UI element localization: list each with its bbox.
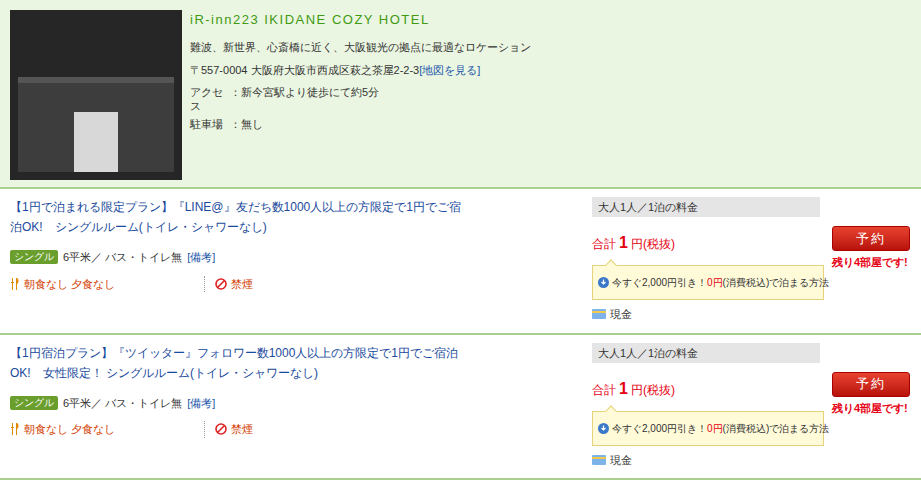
parking-row: 駐車場：無し (190, 117, 531, 131)
discount-post: (消費税込)で泊まる方法 (723, 277, 830, 288)
room-row: シングル 6平米／ バス・トイレ無 [備考] (10, 249, 480, 266)
no-smoking-icon (215, 278, 227, 290)
smoking: 禁煙 (231, 276, 253, 293)
hotel-address-row: 〒557-0004 大阪府大阪市西成区萩之茶屋2-2-3[地図を見る] (190, 63, 531, 77)
smoking-cell: 禁煙 (205, 421, 253, 438)
plan-row: 【1円宿泊プラン】『ツイッター』フォロワー数1000人以上の方限定で1円でご宿泊… (0, 335, 921, 480)
parking-label: 駐車場 (190, 117, 230, 131)
discount-zero: 0円 (707, 277, 723, 288)
card-icon (592, 309, 606, 319)
smoking: 禁煙 (231, 421, 253, 438)
discount-pre: 今すぐ2,000円引き！ (612, 423, 707, 434)
payment: 現金 (610, 452, 632, 469)
discount-tooltip[interactable]: 今すぐ2,000円引き！0円(消費税込)で泊まる方法 (592, 265, 824, 300)
discount-tooltip[interactable]: 今すぐ2,000円引き！0円(消費税込)で泊まる方法 (592, 411, 824, 446)
reserve-button[interactable]: 予約 (832, 372, 910, 397)
discount-post: (消費税込)で泊まる方法 (723, 423, 830, 434)
price-header: 大人1人／1泊の料金 (592, 197, 820, 217)
discount-text: 今すぐ2,000円引き！0円(消費税込)で泊まる方法 (612, 275, 829, 290)
meal-icon (10, 278, 20, 290)
tooltip-arrow (605, 405, 616, 416)
price-unit: 円(税抜) (631, 381, 675, 399)
price-row: 合計1円(税抜) (592, 231, 820, 255)
room-type-tag: シングル (10, 396, 58, 410)
smoking-cell: 禁煙 (205, 276, 253, 293)
price: 1 (619, 377, 628, 401)
info-icon (598, 277, 609, 288)
reserve-column: 予約残り4部屋です! (832, 226, 910, 323)
hotel-facade (18, 77, 174, 172)
hotel-address: 〒557-0004 大阪府大阪市西成区萩之茶屋2-2-3 (190, 63, 419, 77)
remaining-rooms: 残り4部屋です! (832, 400, 910, 417)
no-smoking-icon (215, 423, 227, 435)
remarks-link[interactable]: [備考] (187, 395, 215, 412)
room-type-tag: シングル (10, 250, 58, 264)
meals: 朝食なし 夕食なし (24, 276, 115, 293)
plan-title[interactable]: 【1円で泊まれる限定プラン】『LINE@』友だち数1000人以上の方限定で1円で… (10, 197, 465, 237)
meal-row: 朝食なし 夕食なし 禁煙 (10, 276, 340, 293)
map-link[interactable]: [地図を見る] (419, 63, 480, 77)
price-header: 大人1人／1泊の料金 (592, 343, 820, 363)
access-row: アクセス：新今宮駅より徒歩にて約5分 (190, 85, 531, 113)
plan-info: 【1円で泊まれる限定プラン】『LINE@』友だち数1000人以上の方限定で1円で… (10, 197, 480, 323)
total-label: 合計 (592, 235, 616, 253)
reserve-button[interactable]: 予約 (832, 226, 910, 251)
price-row: 合計1円(税抜) (592, 377, 820, 401)
price: 1 (619, 231, 628, 255)
card-icon (592, 455, 606, 465)
hotel-photo (10, 10, 182, 180)
payment-row: 現金 (592, 452, 820, 469)
plan-info: 【1円宿泊プラン】『ツイッター』フォロワー数1000人以上の方限定で1円でご宿泊… (10, 343, 480, 469)
meal-icon (10, 423, 20, 435)
discount-pre: 今すぐ2,000円引き！ (612, 277, 707, 288)
tooltip-arrow (605, 259, 616, 270)
meal-cell: 朝食なし 夕食なし (10, 421, 205, 438)
price-panel: 大人1人／1泊の料金合計1円(税抜)今すぐ2,000円引き！0円(消費税込)で泊… (592, 197, 820, 323)
payment: 現金 (610, 306, 632, 323)
plan-spacer (480, 343, 592, 469)
parking-value: ：無し (230, 117, 263, 131)
hotel-catch: 難波、新世界、心斎橋に近く、大阪観光の拠点に最適なロケーション (190, 40, 531, 54)
remarks-link[interactable]: [備考] (187, 249, 215, 266)
meals: 朝食なし 夕食なし (24, 421, 115, 438)
plan-title[interactable]: 【1円宿泊プラン】『ツイッター』フォロワー数1000人以上の方限定で1円でご宿泊… (10, 343, 465, 383)
hotel-door (74, 112, 118, 172)
room-row: シングル 6平米／ バス・トイレ無 [備考] (10, 395, 480, 412)
reserve-column: 予約残り4部屋です! (832, 372, 910, 469)
discount-text: 今すぐ2,000円引き！0円(消費税込)で泊まる方法 (612, 421, 829, 436)
plan-spacer (480, 197, 592, 323)
access-value: ：新今宮駅より徒歩にて約5分 (230, 85, 379, 113)
info-icon (598, 423, 609, 434)
meal-row: 朝食なし 夕食なし 禁煙 (10, 421, 340, 438)
hotel-info: iR-inn223 IKIDANE COZY HOTEL 難波、新世界、心斎橋に近… (182, 10, 531, 180)
total-label: 合計 (592, 381, 616, 399)
meal-cell: 朝食なし 夕食なし (10, 276, 205, 293)
price-unit: 円(税抜) (631, 235, 675, 253)
payment-row: 現金 (592, 306, 820, 323)
price-panel: 大人1人／1泊の料金合計1円(税抜)今すぐ2,000円引き！0円(消費税込)で泊… (592, 343, 820, 469)
remaining-rooms: 残り4部屋です! (832, 254, 910, 271)
room-info: 6平米／ バス・トイレ無 (63, 249, 182, 266)
hotel-header: iR-inn223 IKIDANE COZY HOTEL 難波、新世界、心斎橋に近… (0, 0, 921, 189)
discount-zero: 0円 (707, 423, 723, 434)
room-info: 6平米／ バス・トイレ無 (63, 395, 182, 412)
plan-row: 【1円で泊まれる限定プラン】『LINE@』友だち数1000人以上の方限定で1円で… (0, 189, 921, 335)
access-label: アクセス (190, 85, 230, 113)
hotel-name[interactable]: iR-inn223 IKIDANE COZY HOTEL (190, 12, 531, 28)
